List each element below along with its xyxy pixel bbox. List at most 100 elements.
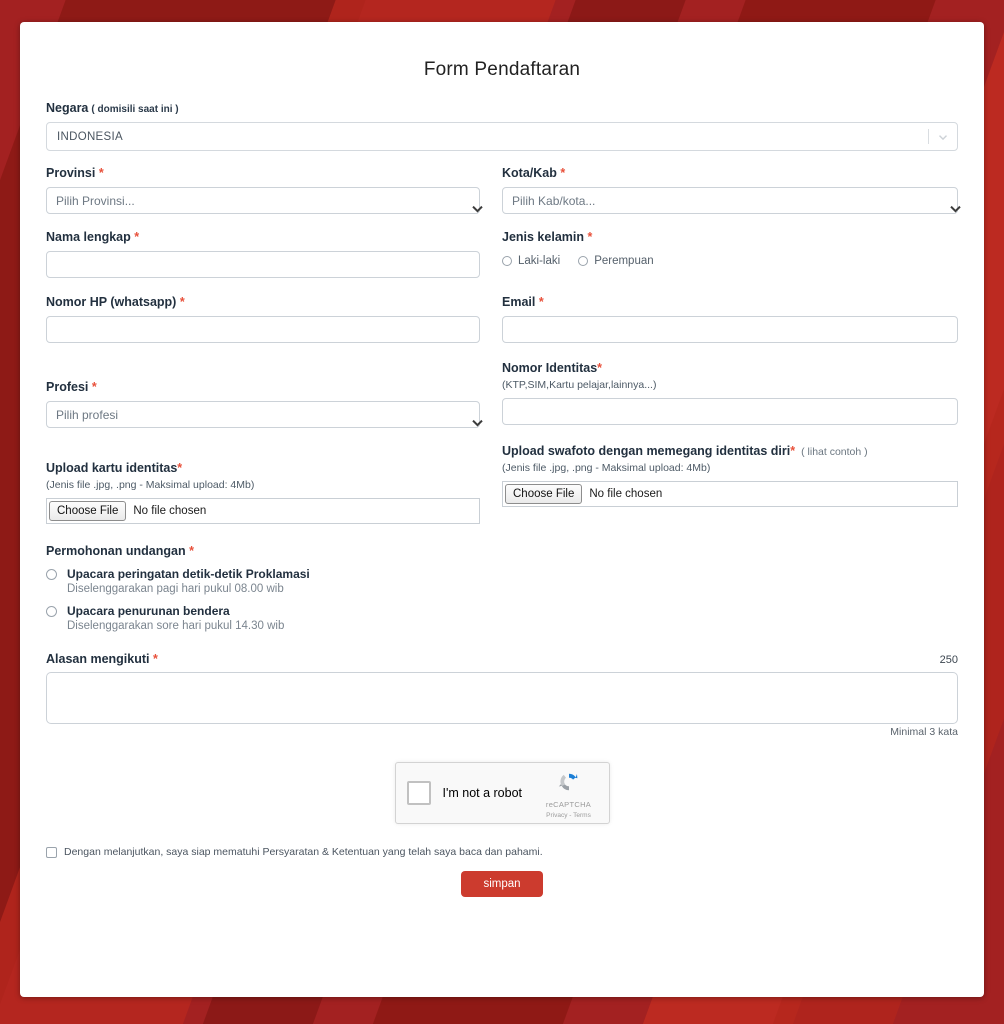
required-marker: * (587, 230, 593, 244)
required-marker: * (91, 380, 97, 394)
required-marker: * (98, 166, 104, 180)
permohonan-option-2[interactable]: Upacara penurunan bendera Diselenggaraka… (46, 604, 958, 632)
recaptcha-logo-icon (538, 770, 600, 794)
kota-select[interactable]: Pilih Kab/kota... (502, 187, 961, 214)
email-input[interactable] (502, 316, 958, 343)
gender-option-female[interactable]: Perempuan (578, 255, 654, 267)
label-provinsi-text: Provinsi (46, 166, 96, 180)
nomor-hp-input[interactable] (46, 316, 480, 343)
recaptcha-checkbox[interactable] (406, 781, 431, 805)
submit-button[interactable]: simpan (461, 871, 543, 897)
radio-icon (578, 256, 589, 266)
row-nama-gender: Nama lengkap * Jenis kelamin * Laki-laki… (46, 230, 958, 278)
recaptcha-brand-text: reCAPTCHA (545, 800, 592, 809)
required-marker: * (134, 230, 140, 244)
profesi-select[interactable]: Pilih profesi (46, 401, 483, 428)
terms-agreement[interactable]: Dengan melanjutkan, saya siap mematuhi P… (46, 846, 958, 858)
row-uploads: Upload kartu identitas* (Jenis file .jpg… (46, 444, 958, 524)
required-marker: * (538, 295, 544, 309)
field-alasan: Alasan mengikuti * 250 Minimal 3 kata (46, 652, 958, 738)
required-marker: * (560, 166, 566, 180)
required-marker: * (189, 544, 194, 558)
permohonan-option-2-subtitle: Diselenggarakan sore hari pukul 14.30 wi… (67, 620, 285, 632)
permohonan-option-1[interactable]: Upacara peringatan detik-detik Proklamas… (46, 567, 958, 595)
submit-zone: simpan (46, 871, 958, 897)
label-negara-note: ( domisili saat ini ) (91, 104, 179, 115)
field-nomor-identitas: Nomor Identitas* (KTP,SIM,Kartu pelajar,… (502, 361, 958, 428)
label-profesi: Profesi * (46, 380, 480, 394)
nama-input[interactable] (46, 251, 480, 278)
label-jenis-kelamin-text: Jenis kelamin (502, 230, 584, 244)
label-nomor-hp-text: Nomor HP (whatsapp) (46, 295, 177, 309)
required-marker: * (177, 461, 183, 475)
label-nomor-hp: Nomor HP (whatsapp) * (46, 295, 480, 309)
recaptcha-label: I'm not a robot (442, 786, 523, 800)
permohonan-option-1-body: Upacara peringatan detik-detik Proklamas… (67, 567, 310, 595)
label-upload-kartu-text: Upload kartu identitas (46, 461, 178, 475)
field-negara: Negara( domisili saat ini ) INDONESIA (46, 101, 958, 151)
field-kota: Kota/Kab * Pilih Kab/kota... (502, 166, 961, 214)
radio-icon (46, 606, 57, 617)
label-provinsi: Provinsi * (46, 166, 480, 180)
permohonan-option-2-title: Upacara penurunan bendera (67, 604, 230, 618)
label-permohonan: Permohonan undangan * (46, 544, 958, 558)
required-marker: * (597, 361, 603, 375)
recaptcha-widget[interactable]: I'm not a robot reCAPTCHA Privacy - Term… (394, 762, 610, 824)
nomor-identitas-input[interactable] (502, 398, 958, 425)
alasan-footnote: Minimal 3 kata (890, 726, 958, 738)
field-upload-swafoto: Upload swafoto dengan memegang identitas… (502, 444, 958, 524)
required-marker: * (790, 444, 796, 458)
label-alasan: Alasan mengikuti * (46, 652, 158, 666)
permohonan-option-1-title: Upacara peringatan detik-detik Proklamas… (67, 567, 310, 581)
kota-placeholder: Pilih Kab/kota... (512, 193, 596, 208)
label-upload-kartu: Upload kartu identitas* (46, 461, 480, 475)
upload-kartu-file-input[interactable]: Choose File No file chosen (46, 498, 480, 524)
gender-option-male-label: Laki-laki (518, 255, 561, 267)
choose-file-button[interactable]: Choose File (49, 501, 127, 521)
field-nama: Nama lengkap * (46, 230, 502, 278)
terms-checkbox[interactable] (46, 846, 57, 858)
gender-option-female-label: Perempuan (594, 255, 654, 267)
label-negara: Negara( domisili saat ini ) (46, 101, 958, 115)
field-jenis-kelamin: Jenis kelamin * Laki-laki Perempuan (502, 230, 958, 278)
provinsi-select[interactable]: Pilih Provinsi... (46, 187, 483, 214)
chevron-down-icon[interactable] (929, 130, 957, 144)
field-provinsi: Provinsi * Pilih Provinsi... (46, 166, 502, 214)
radio-icon (502, 256, 512, 266)
registration-form-card: Form Pendaftaran Negara( domisili saat i… (20, 22, 984, 997)
field-upload-kartu: Upload kartu identitas* (Jenis file .jpg… (46, 444, 502, 524)
label-alasan-text: Alasan mengikuti (46, 652, 150, 666)
terms-text: Dengan melanjutkan, saya siap mematuhi P… (64, 846, 543, 858)
upload-swafoto-hint: (Jenis file .jpg, .png - Maksimal upload… (502, 462, 711, 474)
label-upload-swafoto-text: Upload swafoto dengan memegang identitas… (502, 444, 791, 458)
alasan-header: Alasan mengikuti * 250 (46, 652, 958, 672)
negara-select[interactable]: INDONESIA (46, 122, 958, 151)
upload-kartu-hint: (Jenis file .jpg, .png - Maksimal upload… (46, 479, 255, 491)
label-email: Email * (502, 295, 958, 309)
nomor-identitas-hint: (KTP,SIM,Kartu pelajar,lainnya...) (502, 379, 657, 391)
label-profesi-text: Profesi (46, 380, 89, 394)
row-profesi-identitas: Profesi * Pilih profesi Nomor Identitas*… (46, 361, 958, 428)
lihat-contoh-link[interactable]: ( lihat contoh ) (801, 446, 868, 458)
gender-option-male[interactable]: Laki-laki (502, 255, 560, 267)
label-nomor-identitas: Nomor Identitas* (502, 361, 958, 375)
label-email-text: Email (502, 295, 536, 309)
recaptcha-privacy-terms[interactable]: Privacy - Terms (538, 812, 600, 819)
field-nomor-hp: Nomor HP (whatsapp) * (46, 295, 502, 343)
field-email: Email * (502, 295, 958, 343)
permohonan-option-1-subtitle: Diselenggarakan pagi hari pukul 08.00 wi… (67, 583, 284, 595)
choose-file-button[interactable]: Choose File (505, 484, 583, 504)
field-permohonan-undangan: Permohonan undangan * Upacara peringatan… (46, 544, 958, 632)
label-nama-text: Nama lengkap (46, 230, 131, 244)
upload-kartu-file-status: No file chosen (133, 505, 207, 517)
alasan-char-counter: 250 (939, 654, 958, 666)
negara-value: INDONESIA (57, 130, 123, 143)
label-upload-swafoto: Upload swafoto dengan memegang identitas… (502, 444, 958, 458)
upload-swafoto-file-input[interactable]: Choose File No file chosen (502, 481, 958, 507)
required-marker: * (152, 652, 158, 666)
upload-swafoto-file-status: No file chosen (589, 488, 663, 500)
alasan-textarea[interactable] (46, 672, 958, 724)
profesi-placeholder: Pilih profesi (56, 407, 119, 422)
label-negara-text: Negara (46, 101, 89, 115)
permohonan-option-2-body: Upacara penurunan bendera Diselenggaraka… (67, 604, 284, 632)
